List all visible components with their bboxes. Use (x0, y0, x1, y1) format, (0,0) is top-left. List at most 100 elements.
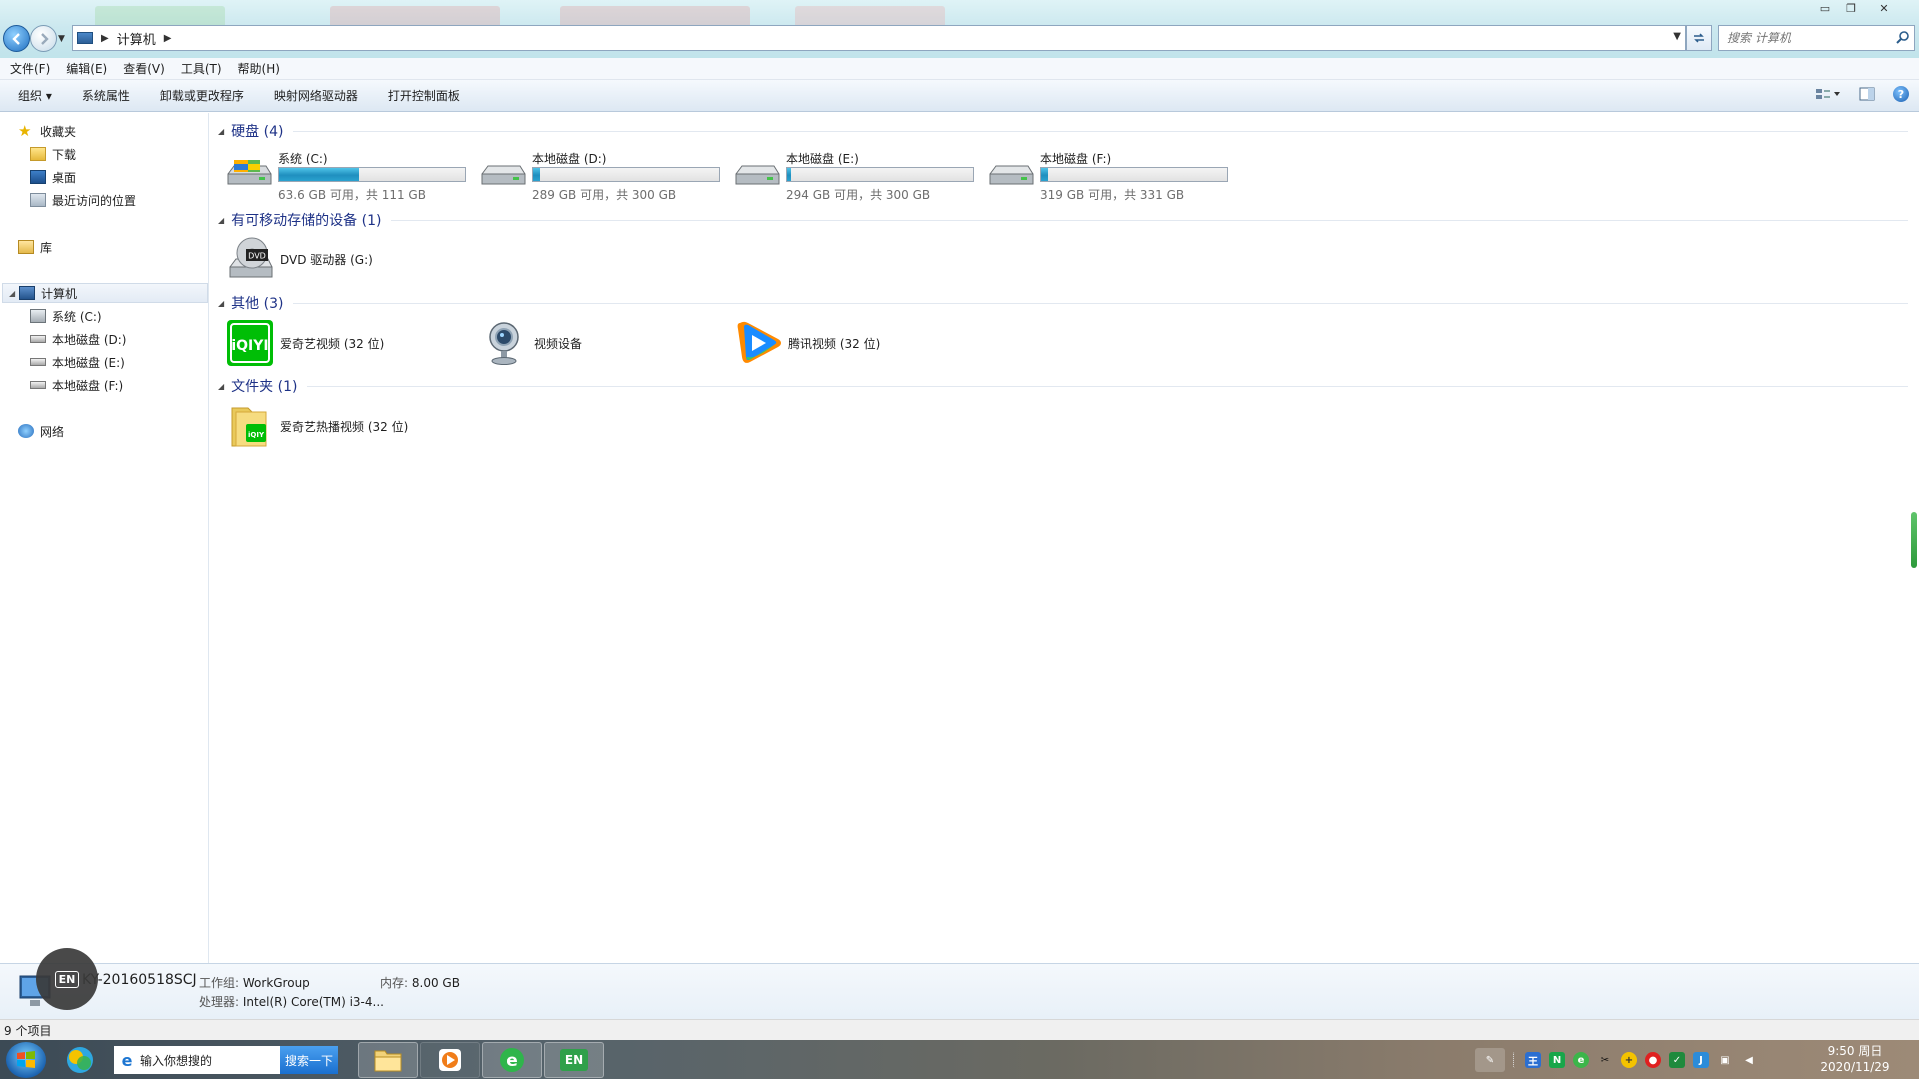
taskbar-explorer-button[interactable] (358, 1042, 418, 1078)
ime-tray-icon[interactable]: 王 (1525, 1052, 1541, 1068)
tools-icon[interactable]: ✂ (1597, 1052, 1613, 1068)
taskbar-browser-button[interactable]: e (482, 1042, 542, 1078)
ime-floating-badge[interactable]: EN (36, 948, 98, 1010)
n-app-icon[interactable]: N (1549, 1052, 1565, 1068)
address-bar[interactable]: ▶ 计算机 ▶ ▼ (72, 25, 1686, 51)
nav-drive-f[interactable]: 本地磁盘 (F:) (30, 375, 206, 395)
network-status-icon[interactable]: ▣ (1717, 1052, 1733, 1068)
recent-places-icon (30, 193, 46, 207)
close-button[interactable]: ✕ (1864, 0, 1904, 17)
360-tray-icon[interactable]: e (1573, 1052, 1589, 1068)
shield-icon[interactable]: ✓ (1669, 1052, 1685, 1068)
nav-downloads-label: 下载 (52, 147, 77, 162)
nav-drive-f-label: 本地磁盘 (F:) (52, 378, 124, 393)
address-dropdown-icon[interactable]: ▼ (1673, 31, 1681, 42)
view-controls: ? (1815, 86, 1909, 102)
system-tray: ✎ 王 N e ✂ + ● ✓ J ▣ ◀ (1475, 1048, 1757, 1072)
taskbar-ime-button[interactable]: EN (544, 1042, 604, 1078)
start-button[interactable] (6, 1042, 46, 1078)
tencent-video-item[interactable]: 腾讯视频 (32 位) (734, 318, 880, 368)
collapse-arrow-icon[interactable]: ◢ (218, 127, 224, 136)
computer-icon (19, 286, 35, 300)
hard-drive-icon (735, 165, 780, 185)
taskbar-search-button[interactable]: 搜索一下 (280, 1046, 338, 1074)
search-box[interactable] (1718, 25, 1915, 51)
breadcrumb-computer[interactable]: 计算机 (117, 29, 156, 48)
plus-icon[interactable]: + (1621, 1052, 1637, 1068)
collapse-arrow-icon[interactable]: ◢ (218, 299, 224, 308)
map-network-drive-button[interactable]: 映射网络驱动器 (274, 87, 358, 104)
collapse-arrow-icon[interactable]: ◢ (9, 289, 15, 298)
menu-file[interactable]: 文件(F) (10, 60, 50, 77)
chevron-right-icon[interactable]: ▶ (164, 33, 172, 44)
input-method-icon[interactable]: J (1693, 1052, 1709, 1068)
minimize-button[interactable]: ▭ (1812, 0, 1838, 17)
star-icon: ★ (18, 122, 32, 140)
pen-input-icon[interactable]: ✎ (1475, 1048, 1505, 1072)
chevron-right-icon[interactable]: ▶ (101, 33, 109, 44)
nav-downloads[interactable]: 下载 (30, 144, 206, 164)
drive-c[interactable]: 系统 (C:) 63.6 GB 可用，共 111 GB (226, 148, 476, 204)
menu-tools[interactable]: 工具(T) (181, 60, 222, 77)
nav-network[interactable]: 网络 (18, 421, 224, 441)
iqiyi-folder-item[interactable]: iQIY 爱奇艺热播视频 (32 位) (226, 401, 408, 451)
menu-view[interactable]: 查看(V) (123, 60, 165, 77)
nav-computer[interactable]: ◢ 计算机 (2, 283, 208, 303)
dvd-drive-item[interactable]: DVD DVD 驱动器 (G:) (226, 234, 373, 284)
scroll-indicator[interactable] (1911, 512, 1917, 568)
group-hard-disks[interactable]: ◢ 硬盘 (4) (218, 121, 1908, 141)
volume-icon[interactable]: ◀ (1741, 1052, 1757, 1068)
group-removable[interactable]: ◢ 有可移动存储的设备 (1) (218, 210, 1908, 230)
downloads-folder-icon (30, 147, 46, 161)
open-control-panel-button[interactable]: 打开控制面板 (388, 87, 460, 104)
nav-desktop[interactable]: 桌面 (30, 167, 206, 187)
maximize-button[interactable]: ❐ (1838, 0, 1864, 17)
drive-d[interactable]: 本地磁盘 (D:) 289 GB 可用，共 300 GB (480, 148, 730, 204)
search-input[interactable] (1727, 31, 1897, 45)
taskbar-search-box[interactable]: e 输入你想搜的 (114, 1046, 280, 1074)
browser-360-icon[interactable] (64, 1044, 96, 1076)
group-folders[interactable]: ◢ 文件夹 (1) (218, 376, 1908, 396)
nav-favorites[interactable]: ★ 收藏夹 (18, 121, 224, 141)
search-icon[interactable] (1896, 30, 1910, 44)
video-device-item[interactable]: 视频设备 (480, 318, 582, 368)
forward-button[interactable] (30, 25, 57, 52)
taskbar-clock[interactable]: 9:50 周日 2020/11/29 (1800, 1043, 1910, 1075)
drive-e-name: 本地磁盘 (E:) (786, 152, 859, 166)
nav-recent-places[interactable]: 最近访问的位置 (30, 190, 206, 210)
drive-f-name: 本地磁盘 (F:) (1040, 152, 1112, 166)
tray-separator (1513, 1052, 1517, 1068)
nav-drive-e[interactable]: 本地磁盘 (E:) (30, 352, 206, 372)
system-properties-button[interactable]: 系统属性 (82, 87, 130, 104)
preview-pane-icon[interactable] (1859, 87, 1875, 101)
change-view-icon[interactable] (1815, 87, 1841, 101)
menu-edit[interactable]: 编辑(E) (66, 60, 107, 77)
title-bar: ▭ ❐ ✕ ▼ ▶ 计算机 ▶ ▼ (0, 0, 1919, 62)
collapse-arrow-icon[interactable]: ◢ (218, 382, 224, 391)
collapse-arrow-icon[interactable]: ◢ (218, 216, 224, 225)
workgroup-label: 工作组: (199, 976, 240, 990)
group-divider (307, 385, 1908, 387)
nav-drive-c[interactable]: 系统 (C:) (30, 306, 206, 326)
group-other[interactable]: ◢ 其他 (3) (218, 293, 1908, 313)
menu-help[interactable]: 帮助(H) (238, 60, 280, 77)
computer-icon (77, 32, 93, 44)
iqiyi-label: 爱奇艺视频 (32 位) (280, 336, 385, 351)
back-button[interactable] (3, 25, 30, 52)
help-icon[interactable]: ? (1893, 86, 1909, 102)
ime-badge-label: EN (54, 970, 80, 988)
recent-pages-dropdown[interactable]: ▼ (58, 34, 65, 44)
nav-drive-d[interactable]: 本地磁盘 (D:) (30, 329, 206, 349)
refresh-button[interactable] (1686, 25, 1712, 51)
drive-e[interactable]: 本地磁盘 (E:) 294 GB 可用，共 300 GB (734, 148, 984, 204)
iqiyi-item[interactable]: iQIYI 爱奇艺视频 (32 位) (226, 318, 384, 368)
iqiyi-icon: iQIYI (227, 320, 273, 366)
organize-button[interactable]: 组织 ▾ (18, 87, 52, 104)
hard-drive-icon (30, 335, 46, 343)
nav-libraries[interactable]: 库 (18, 237, 224, 257)
uninstall-program-button[interactable]: 卸载或更改程序 (160, 87, 244, 104)
taskbar-search-placeholder[interactable]: 输入你想搜的 (140, 1052, 212, 1069)
taskbar-media-button[interactable] (420, 1042, 480, 1078)
antivirus-icon[interactable]: ● (1645, 1052, 1661, 1068)
drive-f[interactable]: 本地磁盘 (F:) 319 GB 可用，共 331 GB (988, 148, 1238, 204)
